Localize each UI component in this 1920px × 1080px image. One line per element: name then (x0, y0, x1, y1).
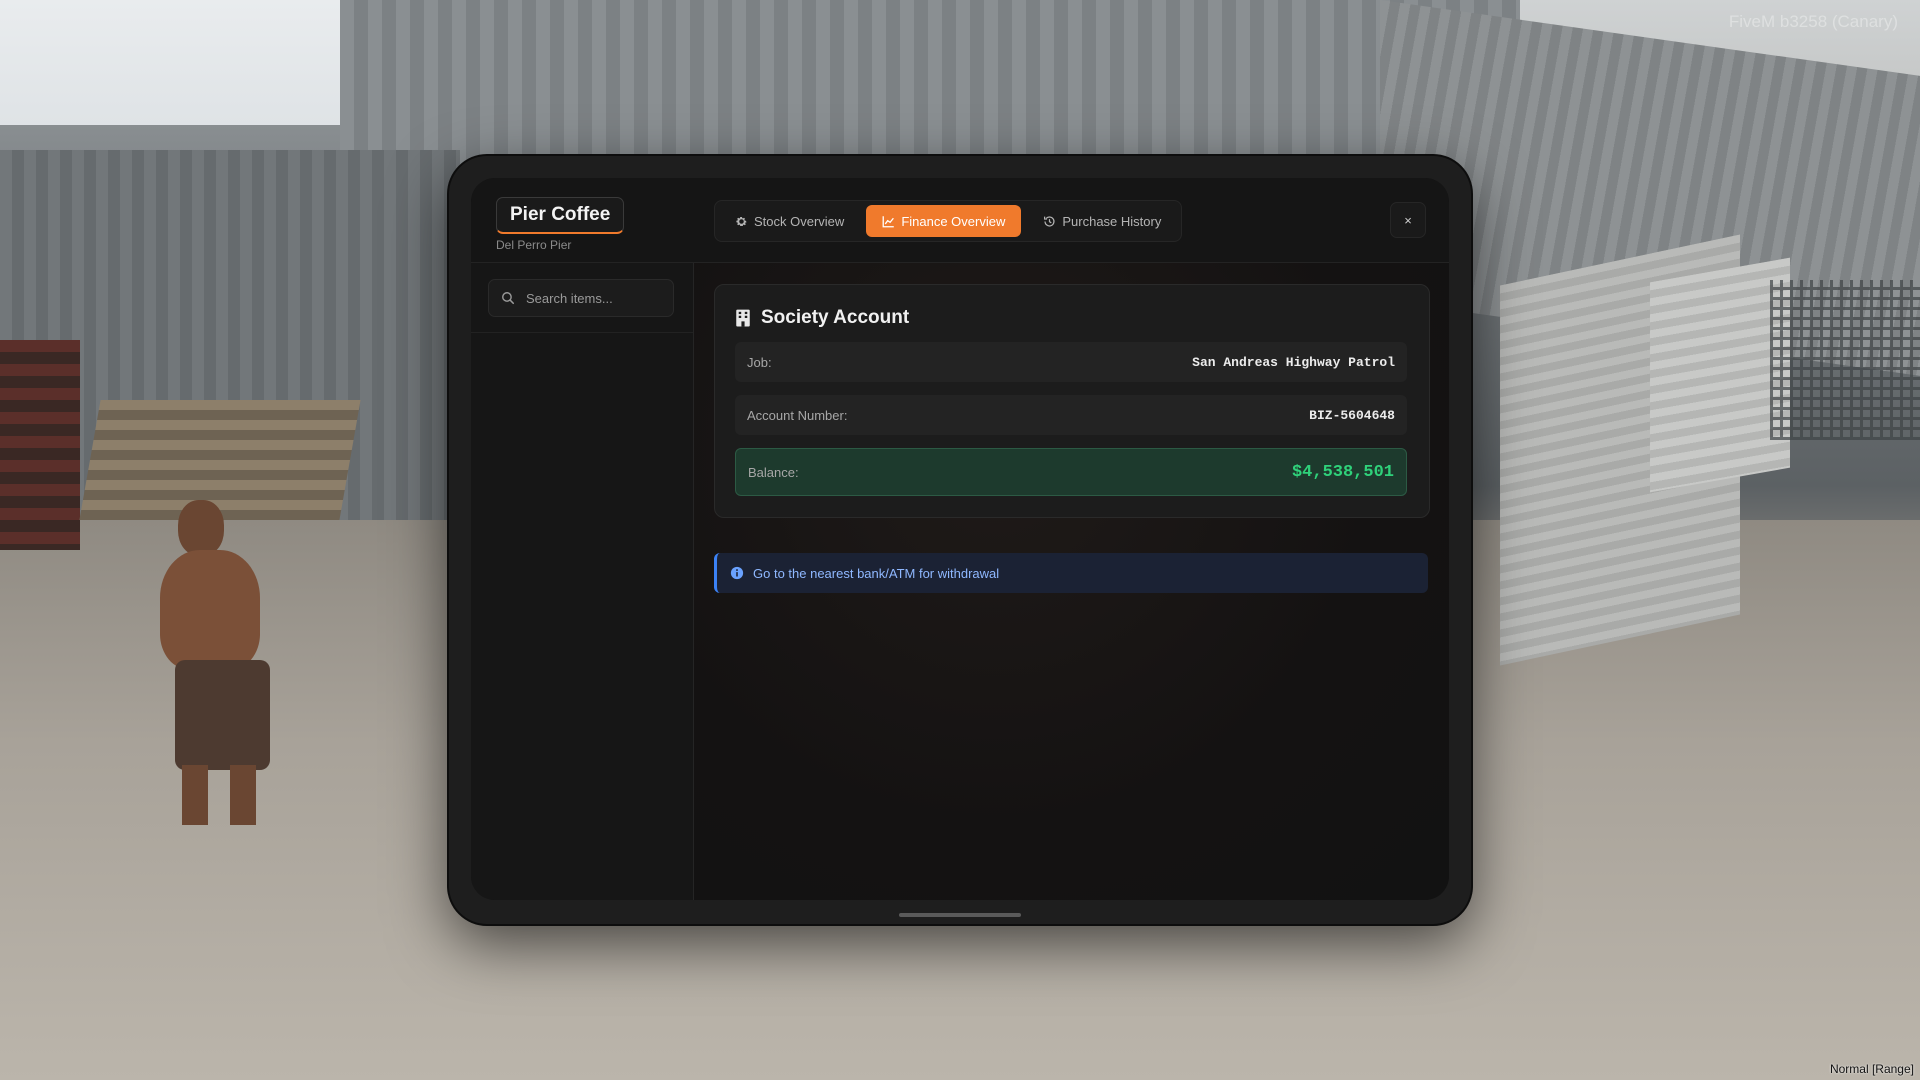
sidebar (471, 263, 694, 900)
tab-bar: Stock Overview Finance Overview Purchase… (714, 200, 1183, 242)
player-character (150, 500, 300, 840)
account-number-value: BIZ-5604648 (1309, 407, 1395, 423)
society-account-title: Society Account (761, 307, 910, 328)
search-box[interactable] (488, 279, 674, 317)
balance-label: Balance: (748, 464, 799, 480)
tablet-screen: Pier Coffee Del Perro Pier Stock Overvie… (471, 178, 1449, 900)
society-account-header: Society Account (735, 307, 909, 329)
home-indicator (899, 913, 1021, 917)
search-input[interactable] (524, 289, 673, 307)
chart-line-icon (882, 215, 895, 227)
business-location: Del Perro Pier (496, 238, 572, 252)
tab-purchase-history-label: Purchase History (1062, 213, 1162, 229)
history-icon (1044, 215, 1055, 227)
header-bar: Pier Coffee Del Perro Pier Stock Overvie… (471, 178, 1449, 263)
society-account-card: Society Account Job: San Andreas Highway… (714, 284, 1430, 518)
sky (0, 0, 350, 125)
close-icon: × (1404, 212, 1412, 228)
withdrawal-notice: Go to the nearest bank/ATM for withdrawa… (714, 553, 1428, 593)
balance-row: Balance: $4,538,501 (735, 448, 1407, 496)
tab-finance-overview-label: Finance Overview (901, 213, 1006, 229)
sidebar-divider (471, 332, 693, 333)
business-brand: Pier Coffee Del Perro Pier (496, 197, 625, 252)
tab-stock-overview-label: Stock Overview (754, 213, 845, 229)
business-tablet: Pier Coffee Del Perro Pier Stock Overvie… (449, 156, 1471, 924)
tab-finance-overview[interactable]: Finance Overview (866, 205, 1022, 237)
withdrawal-notice-text: Go to the nearest bank/ATM for withdrawa… (753, 565, 1000, 581)
search-icon (502, 292, 515, 305)
client-watermark: FiveM b3258 (Canary) (1728, 12, 1898, 31)
building-icon (736, 309, 750, 327)
account-number-label: Account Number: (747, 407, 848, 423)
gear-icon (736, 216, 747, 226)
close-button[interactable]: × (1390, 202, 1426, 238)
balance-value: $4,538,501 (1291, 462, 1394, 482)
finance-panel: Society Account Job: San Andreas Highway… (694, 263, 1449, 900)
job-label: Job: (747, 354, 772, 370)
crate-stack (0, 340, 80, 550)
job-row: Job: San Andreas Highway Patrol (735, 342, 1407, 382)
info-icon (730, 566, 744, 580)
business-name: Pier Coffee (496, 197, 625, 234)
job-value: San Andreas Highway Patrol (1192, 354, 1395, 370)
account-number-row: Account Number: BIZ-5604648 (735, 395, 1407, 435)
fence (1770, 280, 1920, 440)
tab-purchase-history[interactable]: Purchase History (1027, 205, 1177, 237)
tab-stock-overview[interactable]: Stock Overview (719, 205, 860, 237)
voice-range-indicator: Normal [Range] (1829, 1062, 1914, 1076)
garage-shutter-secondary (1650, 257, 1790, 493)
warehouse-wall (340, 0, 1520, 170)
